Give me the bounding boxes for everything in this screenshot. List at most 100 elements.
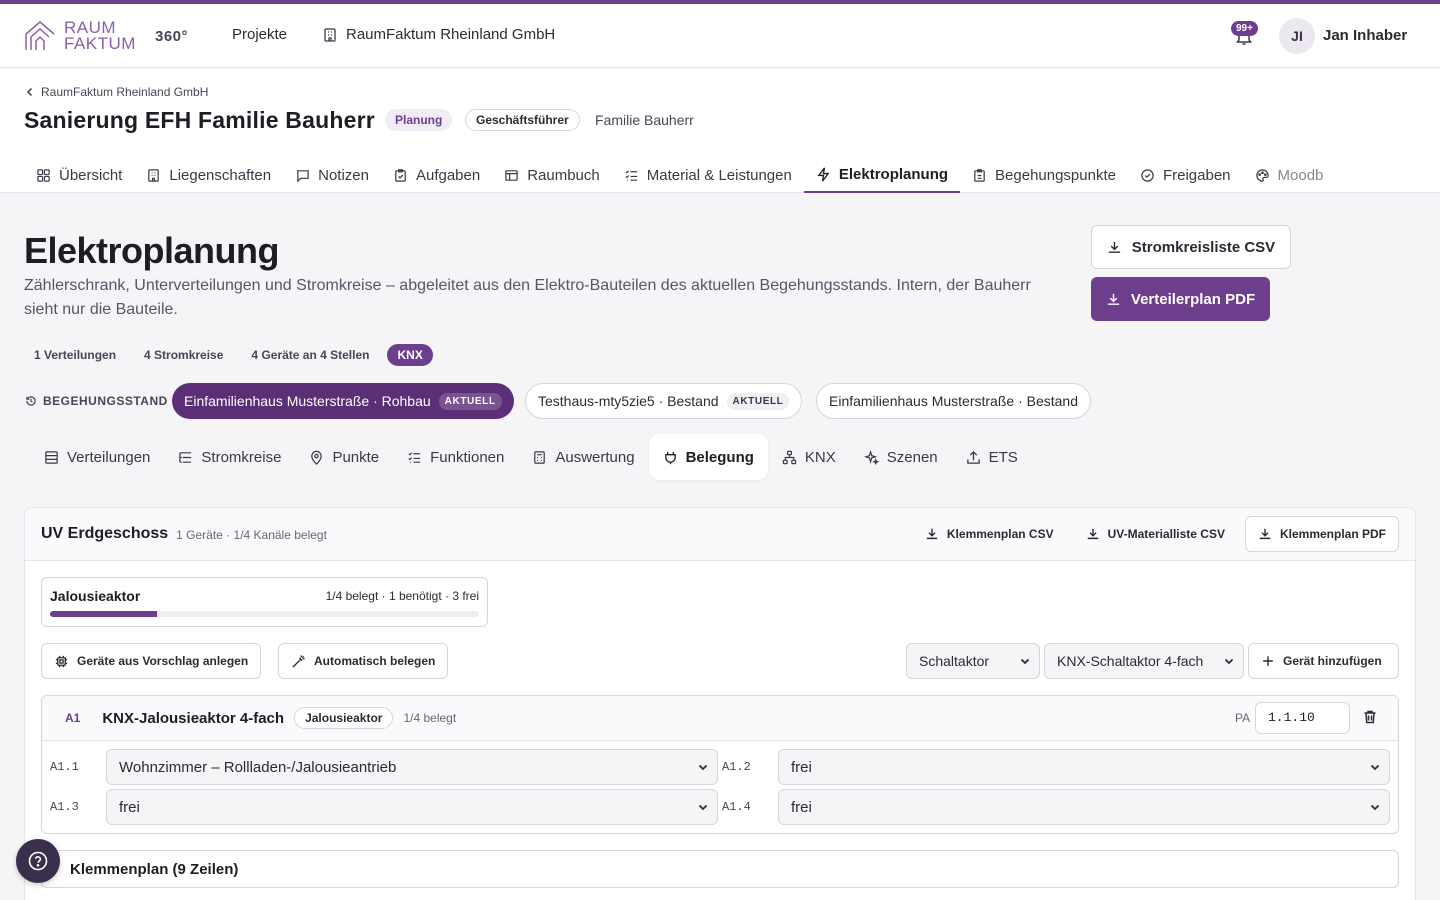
klemmenplan-csv-button[interactable]: Klemmenplan CSV <box>913 516 1066 552</box>
user-name[interactable]: Jan Inhaber <box>1323 27 1407 44</box>
device-model-select[interactable]: KNX-Schaltaktor 4-fach <box>1044 643 1244 679</box>
begehungsstand-chip-bestand[interactable]: Einfamilienhaus Musterstraße · Bestand <box>816 383 1091 419</box>
chip-label: Einfamilienhaus Musterstraße · Bestand <box>829 393 1078 409</box>
network-icon <box>782 450 797 464</box>
subtab-ets[interactable]: ETS <box>952 434 1032 480</box>
calculator-icon <box>534 450 546 464</box>
distribution-meta: 1 Geräte · 1/4 Kanäle belegt <box>176 528 327 542</box>
subtab-verteilungen[interactable]: Verteilungen <box>30 434 164 480</box>
uv-materialliste-csv-button[interactable]: UV-Materialliste CSV <box>1074 516 1237 552</box>
channel-select-a1-3[interactable]: frei <box>106 789 718 825</box>
tab-label: Begehungspunkte <box>995 166 1116 184</box>
upload-icon <box>966 450 980 464</box>
logo-wordmark: RAUM FAKTUM <box>64 19 136 52</box>
tab-begehungspunkte[interactable]: Begehungspunkte <box>960 157 1128 193</box>
tab-label: Elektroplanung <box>838 165 949 183</box>
channel-id: A1.1 <box>50 760 79 774</box>
tab-material-leistungen[interactable]: Material & Leistungen <box>612 157 804 193</box>
clipboard-check-icon <box>395 168 406 182</box>
begehungsstand-chip-testhaus[interactable]: Testhaus-mty5zie5 · Bestand AKTUELL <box>525 383 803 419</box>
help-button[interactable] <box>16 839 60 883</box>
project-header: RaumFaktum Rheinland GmbH Sanierung EFH … <box>0 69 1440 193</box>
list-check-icon <box>408 451 421 463</box>
geraet-hinzufuegen-button[interactable]: Gerät hinzufügen <box>1248 643 1399 679</box>
nav-projects[interactable]: Projekte <box>232 26 287 43</box>
distribution-card-header: UV Erdgeschoss 1 Geräte · 1/4 Kanäle bel… <box>25 508 1415 561</box>
breadcrumb[interactable]: RaumFaktum Rheinland GmbH <box>25 85 208 99</box>
export-stromkreisliste-csv-button[interactable]: Stromkreisliste CSV <box>1091 225 1291 269</box>
klemmenplan-pdf-button[interactable]: Klemmenplan PDF <box>1244 516 1399 552</box>
select-value: frei <box>119 798 140 816</box>
device-action-row: Geräte aus Vorschlag anlegen Automatisch… <box>41 643 1399 679</box>
klemmenplan-label: Klemmenplan (9 Zeilen) <box>70 860 239 878</box>
geraete-aus-vorschlag-button[interactable]: Geräte aus Vorschlag anlegen <box>41 643 262 679</box>
export-verteilerplan-pdf-button[interactable]: Verteilerplan PDF <box>1091 277 1270 321</box>
logo[interactable]: RAUM FAKTUM 360° <box>24 19 188 52</box>
subtab-stromkreise[interactable]: Stromkreise <box>164 434 295 480</box>
button-label: Klemmenplan CSV <box>946 527 1054 541</box>
tab-moodboard[interactable]: Moodb <box>1243 157 1336 193</box>
download-icon <box>926 528 938 540</box>
summary-usage-bar <box>50 611 479 617</box>
plus-icon <box>1263 656 1273 666</box>
history-icon <box>26 396 36 406</box>
channel-id: A1.2 <box>722 760 751 774</box>
distribution-actions: Klemmenplan CSV UV-Materialliste CSV Kle… <box>913 516 1399 552</box>
device-usage: 1/4 belegt <box>403 711 457 725</box>
subtab-knx[interactable]: KNX <box>768 434 850 480</box>
device-type-select[interactable]: Schaltaktor <box>906 643 1040 679</box>
subtab-szenen[interactable]: Szenen <box>850 434 952 480</box>
subtab-belegung[interactable]: Belegung <box>648 434 768 480</box>
help-icon <box>28 851 48 871</box>
klemmenplan-disclosure[interactable]: Klemmenplan (9 Zeilen) <box>41 850 1399 888</box>
tab-liegenschaften[interactable]: Liegenschaften <box>134 157 283 193</box>
channel-select-a1-4[interactable]: frei <box>778 789 1390 825</box>
subtab-label: Szenen <box>886 448 938 466</box>
channel-select-a1-2[interactable]: frei <box>778 749 1390 785</box>
device-header: A1 KNX-Jalousieaktor 4-fach Jalousieakto… <box>42 696 1398 741</box>
subtab-label: Stromkreise <box>201 448 282 466</box>
download-icon <box>1087 528 1098 540</box>
tab-elektroplanung[interactable]: Elektroplanung <box>803 157 961 193</box>
chevron-down-icon <box>1370 764 1380 771</box>
tab-label: Notizen <box>318 166 369 184</box>
distribution-title: UV Erdgeschoss <box>41 525 169 542</box>
pa-label: PA <box>1235 711 1251 725</box>
tab-freigaben[interactable]: Freigaben <box>1128 157 1243 193</box>
tab-uebersicht[interactable]: Übersicht <box>24 157 134 193</box>
subtab-label: Verteilungen <box>67 448 151 466</box>
tab-raumbuch[interactable]: Raumbuch <box>492 157 612 193</box>
device-card-a1: A1 KNX-Jalousieaktor 4-fach Jalousieakto… <box>41 695 1399 834</box>
tab-label: Material & Leistungen <box>646 166 792 184</box>
stat-stromkreise: 4 Stromkreise <box>134 344 234 366</box>
subtab-punkte[interactable]: Punkte <box>295 434 393 480</box>
chevron-left-icon <box>26 87 33 97</box>
avatar[interactable]: JI <box>1279 18 1315 54</box>
palette-icon <box>1255 168 1269 182</box>
automatisch-belegen-button[interactable]: Automatisch belegen <box>278 643 449 679</box>
subtab-label: Punkte <box>332 448 380 466</box>
tab-notizen[interactable]: Notizen <box>283 157 381 193</box>
trash-icon[interactable] <box>1362 709 1378 725</box>
nav-company-switcher[interactable]: RaumFaktum Rheinland GmbH <box>322 26 555 43</box>
tab-label: Moodb <box>1277 166 1324 184</box>
subtab-label: Auswertung <box>555 448 635 466</box>
stats-row: 1 Verteilungen 4 Stromkreise 4 Geräte an… <box>24 344 433 366</box>
physical-address-input[interactable]: 1.1.10 <box>1255 702 1350 734</box>
bolt-icon <box>817 167 830 181</box>
select-value: Wohnzimmer – Rollladen-/Jalousieantrieb <box>119 758 397 776</box>
device-id: A1 <box>65 711 81 725</box>
select-value: frei <box>791 798 812 816</box>
subtab-auswertung[interactable]: Auswertung <box>518 434 648 480</box>
subtab-funktionen[interactable]: Funktionen <box>393 434 518 480</box>
begehungsstand-chip-rohbau[interactable]: Einfamilienhaus Musterstraße · Rohbau AK… <box>172 383 514 419</box>
begehungsstand-label: BEGEHUNGSSTAND <box>25 394 168 408</box>
stat-verteilungen: 1 Verteilungen <box>24 344 127 366</box>
tab-label: Raumbuch <box>527 166 600 184</box>
role-badge: Geschäftsführer <box>465 109 580 131</box>
clipboard-icon <box>974 168 985 182</box>
breadcrumb-back-label: RaumFaktum Rheinland GmbH <box>41 85 209 99</box>
section-description: Zählerschrank, Unterverteilungen und Str… <box>24 277 1031 318</box>
tab-aufgaben[interactable]: Aufgaben <box>381 157 492 193</box>
channel-select-a1-1[interactable]: Wohnzimmer – Rollladen-/Jalousieantrieb <box>106 749 718 785</box>
